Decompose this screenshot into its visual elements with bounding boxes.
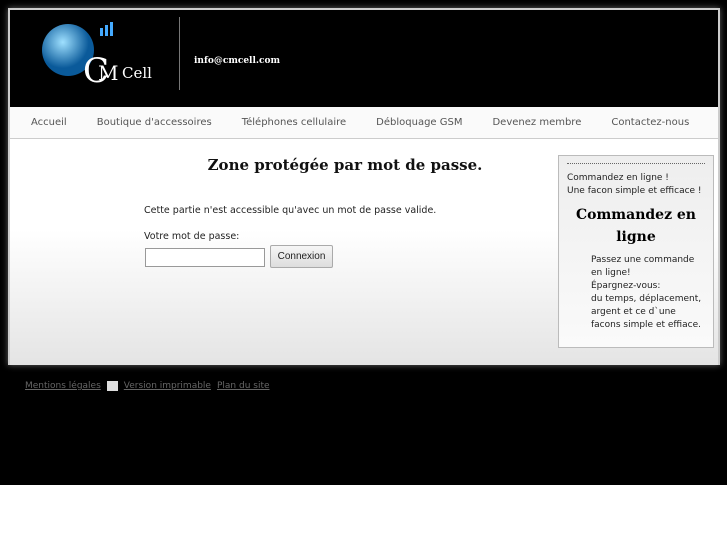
nav-accueil[interactable]: Accueil bbox=[16, 117, 82, 128]
printer-icon[interactable] bbox=[106, 381, 118, 391]
sidebar-text: Passez une commande en ligne! Épargnez-v… bbox=[567, 254, 705, 332]
main-nav: Accueil Boutique d'accessoires Téléphone… bbox=[10, 107, 718, 139]
page-title: Zone protégée par mot de passe. bbox=[207, 156, 483, 174]
nav-devenez-membre[interactable]: Devenez membre bbox=[477, 117, 596, 128]
nav-deblocage[interactable]: Débloquage GSM bbox=[361, 117, 477, 128]
access-message: Cette partie n'est accessible qu'avec un… bbox=[144, 205, 437, 216]
password-label: Votre mot de passe: bbox=[144, 231, 240, 242]
sidebar-text-line: Épargnez-vous: bbox=[591, 281, 661, 291]
login-button[interactable]: Connexion bbox=[270, 245, 333, 268]
content: Zone protégée par mot de passe. Cette pa… bbox=[10, 140, 718, 365]
sidebar-line2: Une facon simple et efficace ! bbox=[567, 186, 702, 196]
nav-contact[interactable]: Contactez-nous bbox=[596, 117, 704, 128]
nav-boutique[interactable]: Boutique d'accessoires bbox=[82, 117, 227, 128]
dotted-divider bbox=[567, 163, 705, 164]
email-link[interactable]: info@cmcell.com bbox=[194, 56, 280, 66]
header: C M Cell info@cmcell.com bbox=[10, 10, 718, 107]
header-divider bbox=[179, 17, 180, 90]
svg-text:Cell: Cell bbox=[122, 64, 152, 82]
sidebar-text-line: du temps, déplacement, argent et ce d`un… bbox=[591, 294, 702, 330]
password-input[interactable] bbox=[145, 248, 265, 267]
print-link[interactable]: Version imprimable bbox=[124, 381, 211, 391]
page-frame: C M Cell info@cmcell.com Accueil Boutiqu… bbox=[8, 8, 720, 365]
sidebar-heading: Commandez en ligne bbox=[576, 207, 696, 245]
sitemap-link[interactable]: Plan du site bbox=[217, 381, 270, 391]
sidebar-text-line: Passez une commande en ligne! bbox=[591, 255, 695, 278]
nav-telephones[interactable]: Téléphones cellulaire bbox=[227, 117, 361, 128]
cmcell-logo[interactable]: C M Cell bbox=[40, 20, 160, 90]
sidebar-line1: Commandez en ligne ! bbox=[567, 173, 669, 183]
legal-link[interactable]: Mentions légales bbox=[25, 381, 101, 391]
svg-text:M: M bbox=[98, 61, 118, 85]
footer: Mentions légales Version imprimable Plan… bbox=[25, 381, 270, 391]
sidebar-box: Commandez en ligne ! Une facon simple et… bbox=[558, 155, 714, 348]
